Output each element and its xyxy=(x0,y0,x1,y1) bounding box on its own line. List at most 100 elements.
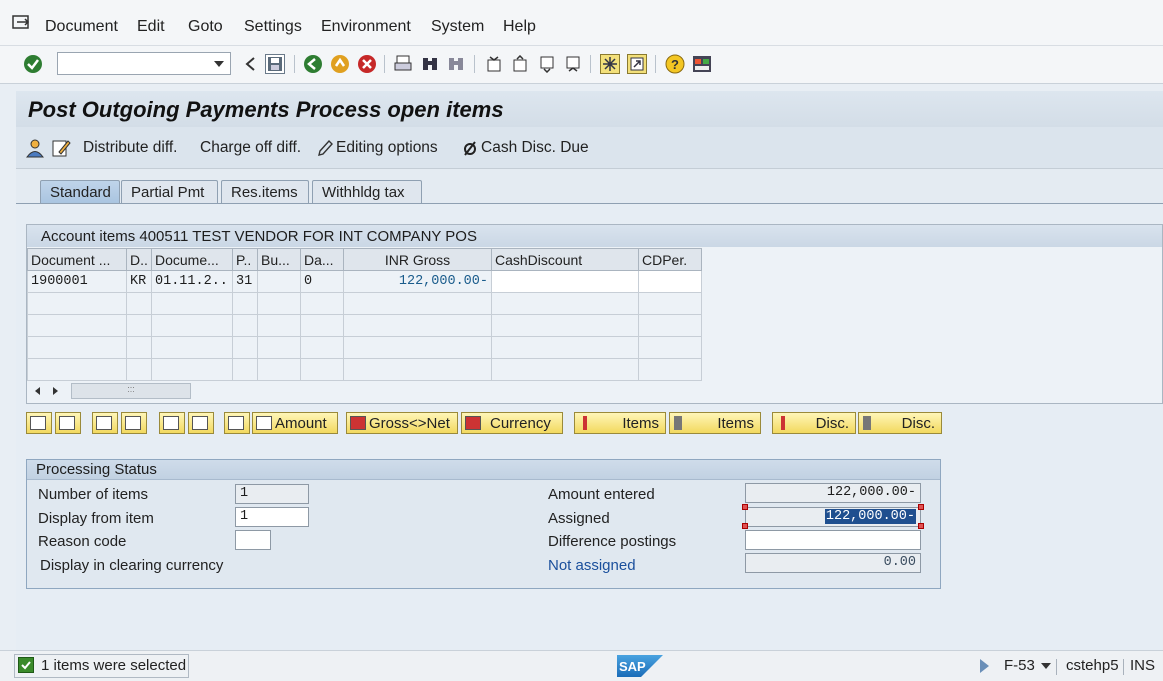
cancel-icon[interactable] xyxy=(357,54,377,74)
reason-code-field[interactable] xyxy=(235,530,271,550)
tab-res-items[interactable]: Res.items xyxy=(221,180,309,204)
exit-icon[interactable] xyxy=(330,54,350,74)
items-button-2[interactable]: Items xyxy=(669,412,761,434)
menu-environment[interactable]: Environment xyxy=(321,18,411,36)
table-cell[interactable]: 31 xyxy=(232,270,258,293)
table-row[interactable] xyxy=(27,358,702,381)
scrollbar-thumb[interactable]: ::: xyxy=(71,383,191,399)
deactivate-items-button[interactable] xyxy=(121,412,147,434)
find-next-icon[interactable] xyxy=(446,54,466,74)
table-cell[interactable] xyxy=(638,270,702,293)
person-icon[interactable] xyxy=(25,138,45,162)
save-icon[interactable] xyxy=(265,54,285,74)
table-cell[interactable]: 01.11.2.. xyxy=(151,270,233,293)
toolbar-separator xyxy=(294,55,295,73)
shortcut-icon[interactable] xyxy=(627,54,647,74)
menu-help[interactable]: Help xyxy=(503,18,536,36)
last-page-icon[interactable] xyxy=(563,54,583,74)
charge-off-diff-button[interactable]: Charge off diff. xyxy=(200,139,301,157)
edit-note-icon[interactable] xyxy=(51,138,71,162)
editing-options-button[interactable]: Editing options xyxy=(336,139,438,157)
processing-status-title: Processing Status xyxy=(27,460,940,480)
command-field[interactable] xyxy=(57,52,231,75)
column-header[interactable]: D.. xyxy=(126,248,152,271)
title-bar: Post Outgoing Payments Process open item… xyxy=(16,91,1163,127)
disc-button-1[interactable]: Disc. xyxy=(772,412,856,434)
disc-button-2[interactable]: Disc. xyxy=(858,412,942,434)
table-cell[interactable] xyxy=(257,270,301,293)
not-assigned-field: 0.00 xyxy=(745,553,921,573)
amount-entered-label: Amount entered xyxy=(548,486,655,503)
table-row[interactable] xyxy=(27,314,702,337)
transaction-code[interactable]: F-53 xyxy=(1004,657,1035,674)
column-header[interactable]: Bu... xyxy=(257,248,301,271)
distribute-diff-button[interactable]: Distribute diff. xyxy=(83,139,177,157)
toolbar-separator xyxy=(590,55,591,73)
column-header[interactable]: CDPer. xyxy=(638,248,702,271)
create-session-icon[interactable] xyxy=(600,54,620,74)
table-row[interactable] xyxy=(27,292,702,315)
currency-button[interactable]: Currency xyxy=(461,412,563,434)
select-all-button[interactable] xyxy=(26,412,52,434)
gross-net-button[interactable]: Gross<>Net xyxy=(346,412,458,434)
menu-icon[interactable] xyxy=(12,15,32,31)
find-icon[interactable] xyxy=(420,54,440,74)
horizontal-scrollbar[interactable]: ::: xyxy=(33,383,193,399)
search-button[interactable] xyxy=(224,412,250,434)
menu-document[interactable]: Document xyxy=(45,18,118,36)
menu-settings[interactable]: Settings xyxy=(244,18,302,36)
menu-system[interactable]: System xyxy=(431,18,484,36)
amount-button[interactable]: Amount xyxy=(252,412,338,434)
column-header[interactable]: INR Gross xyxy=(343,248,492,271)
table-cell[interactable]: 122,000.00- xyxy=(343,270,492,293)
table-row[interactable] xyxy=(27,336,702,359)
layout-icon[interactable] xyxy=(692,54,712,74)
next-page-icon[interactable] xyxy=(537,54,557,74)
column-header[interactable]: Document ... xyxy=(27,248,127,271)
success-icon xyxy=(18,657,34,673)
amount-button-label: Amount xyxy=(275,414,327,432)
menu-edit[interactable]: Edit xyxy=(137,18,165,36)
first-page-icon[interactable] xyxy=(484,54,504,74)
table-row[interactable]: 1900001 KR 01.11.2.. 31 0 122,000.00- xyxy=(27,270,702,293)
help-icon[interactable]: ? xyxy=(665,54,685,74)
tab-withhldg-tax[interactable]: Withhldg tax xyxy=(312,180,422,204)
activate-items-button[interactable] xyxy=(92,412,118,434)
insert-mode[interactable]: INS xyxy=(1130,657,1155,674)
column-header[interactable]: CashDiscount xyxy=(491,248,639,271)
back-icon[interactable] xyxy=(303,54,323,74)
scroll-left-icon[interactable] xyxy=(35,387,40,395)
tab-standard[interactable]: Standard xyxy=(40,180,120,204)
scroll-right-icon[interactable] xyxy=(53,387,58,395)
deselect-all-button[interactable] xyxy=(55,412,81,434)
expand-status-icon[interactable] xyxy=(980,659,989,673)
assigned-field[interactable]: 122,000.00- xyxy=(745,507,921,527)
difference-postings-field[interactable] xyxy=(745,530,921,550)
table-cell[interactable]: 1900001 xyxy=(27,270,127,293)
items-button-1[interactable]: Items xyxy=(574,412,666,434)
processing-status-panel: Processing Status Number of items 1 Disp… xyxy=(26,459,941,589)
currency-button-label: Currency xyxy=(490,414,551,432)
chevron-down-icon[interactable] xyxy=(1041,663,1051,669)
print-icon[interactable] xyxy=(393,54,413,74)
menu-goto[interactable]: Goto xyxy=(188,18,223,36)
display-clearing-currency-label[interactable]: Display in clearing currency xyxy=(40,557,223,574)
chevron-down-icon[interactable] xyxy=(214,61,224,67)
column-header[interactable]: Docume... xyxy=(151,248,233,271)
account-items-panel: Account items 400511 TEST VENDOR FOR INT… xyxy=(26,224,1163,404)
table-cell[interactable] xyxy=(491,270,639,293)
num-items-field: 1 xyxy=(235,484,309,504)
prev-page-icon[interactable] xyxy=(510,54,530,74)
tab-partial-pmt[interactable]: Partial Pmt xyxy=(121,180,218,204)
display-from-field[interactable]: 1 xyxy=(235,507,309,527)
enter-icon[interactable] xyxy=(23,54,43,74)
column-header[interactable]: P.. xyxy=(232,248,258,271)
column-header[interactable]: Da... xyxy=(300,248,344,271)
status-separator xyxy=(1056,659,1057,675)
table-cell[interactable]: 0 xyxy=(300,270,344,293)
filter-button[interactable] xyxy=(188,412,214,434)
back-arrow-icon[interactable] xyxy=(240,54,260,74)
sort-button[interactable] xyxy=(159,412,185,434)
cash-disc-due-button[interactable]: Cash Disc. Due xyxy=(481,139,589,157)
table-cell[interactable]: KR xyxy=(126,270,152,293)
